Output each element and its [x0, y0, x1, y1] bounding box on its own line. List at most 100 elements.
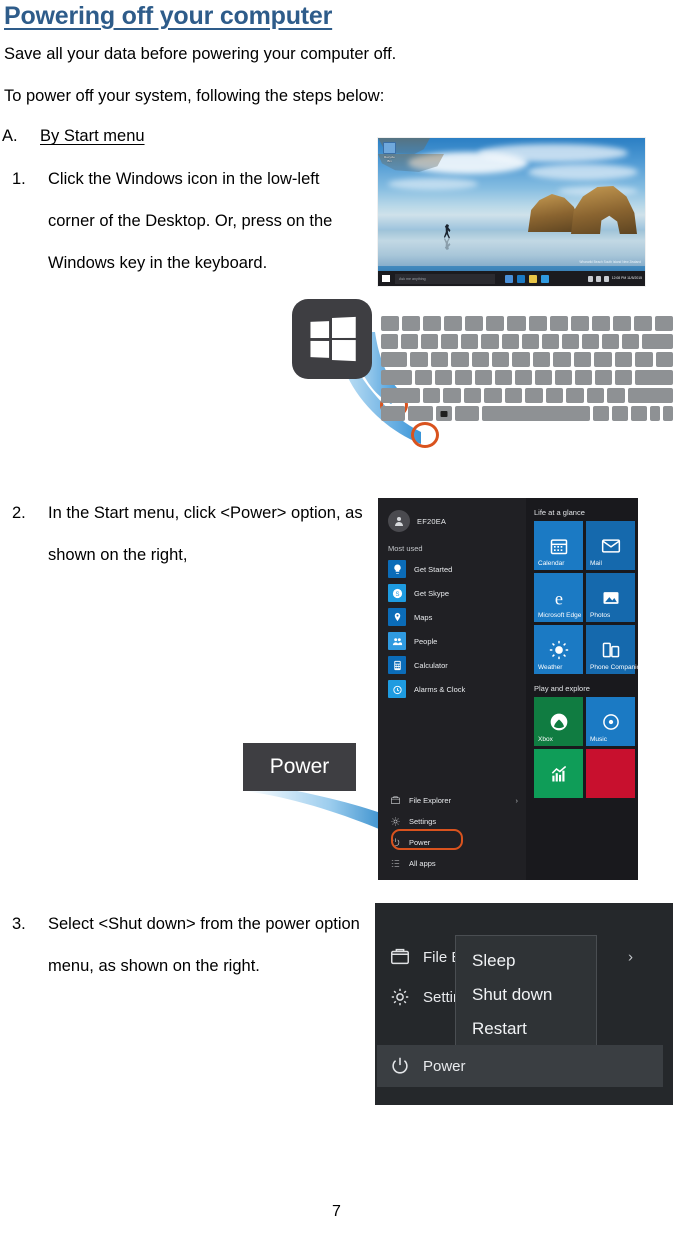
section-label: A.	[2, 127, 18, 145]
power-menu-item-power[interactable]: Power	[377, 1045, 663, 1087]
store-icon[interactable]	[541, 274, 549, 283]
cloud-shape	[528, 164, 638, 180]
windows-key[interactable]	[435, 406, 453, 421]
item-label: All apps	[409, 859, 436, 868]
tile-group-header: Life at a glance	[534, 508, 585, 517]
tile-xbox[interactable]: Xbox	[534, 697, 583, 746]
step-number: 3.	[12, 915, 26, 933]
section-title: By Start menu	[40, 127, 145, 145]
skype-icon: S	[388, 584, 406, 602]
keyboard-row	[381, 352, 673, 367]
volume-icon[interactable]	[603, 275, 609, 282]
tile-music[interactable]: Music	[586, 697, 635, 746]
tile-group-life-at-a-glance: Calendar Mail e Microsoft Edge Photos We…	[526, 521, 638, 674]
item-label: Power	[423, 1057, 466, 1075]
wallpaper-attribution: Wharariki Beach South Island New Zealand	[579, 259, 641, 264]
step-number: 2.	[12, 504, 26, 522]
tile-calendar[interactable]: Calendar	[534, 521, 583, 570]
tile-weather[interactable]: Weather	[534, 625, 583, 674]
intro-paragraph-1: Save all your data before powering your …	[4, 45, 397, 63]
item-label: File Explorer	[409, 796, 452, 805]
svg-text:e: e	[554, 588, 562, 607]
file-explorer-icon[interactable]	[529, 274, 537, 283]
start-menu-item-get-skype[interactable]: S Get Skype	[378, 581, 526, 605]
start-menu-item-maps[interactable]: Maps	[378, 605, 526, 629]
step-item: 3. Select <Shut down> from the power opt…	[12, 903, 372, 987]
highlight-circle-power-item	[391, 829, 463, 850]
start-menu-item-people[interactable]: People	[378, 629, 526, 653]
tile-mail[interactable]: Mail	[586, 521, 635, 570]
task-view-icon[interactable]	[505, 274, 513, 283]
tile-label: Xbox	[538, 736, 553, 743]
figure-start-menu: Power EF20EA Most used Get Started S Get…	[240, 498, 673, 880]
taskbar-search-box[interactable]: Ask me anything	[395, 273, 495, 284]
windows-logo-icon	[310, 316, 356, 362]
most-used-header: Most used	[388, 544, 423, 553]
start-button[interactable]	[378, 271, 394, 286]
item-label: Alarms & Clock	[414, 684, 466, 694]
power-callout-label: Power	[269, 755, 330, 778]
tile-group-header: Play and explore	[534, 684, 590, 693]
figure-desktop-and-keyboard: Recycle Bin Wharariki Beach South Island…	[285, 136, 673, 454]
power-option-sleep[interactable]: Sleep	[472, 946, 596, 976]
tile-label: Photos	[590, 612, 611, 619]
power-option-shut-down[interactable]: Shut down	[472, 980, 596, 1010]
chevron-right-icon: ›	[628, 948, 633, 966]
start-menu-left-column: EF20EA Most used Get Started S Get Skype	[378, 498, 526, 880]
cloud-shape	[478, 144, 628, 162]
tile-chart[interactable]	[534, 749, 583, 798]
tile-label: Phone Companion	[590, 664, 638, 671]
start-menu-item-calculator[interactable]: Calculator	[378, 653, 526, 677]
calculator-icon	[388, 656, 406, 674]
tile-label: Weather	[538, 664, 563, 671]
windows-logo-tile	[292, 299, 372, 379]
tile-label: Music	[590, 736, 607, 743]
power-option-restart[interactable]: Restart	[472, 1014, 596, 1044]
figure-power-options-menu: File Ex › Settin Sleep Shut down Restart…	[375, 903, 673, 1105]
desktop-screenshot: Recycle Bin Wharariki Beach South Island…	[378, 138, 645, 286]
start-menu-item-alarms-clock[interactable]: Alarms & Clock	[378, 677, 526, 701]
tile-photos[interactable]: Photos	[586, 573, 635, 622]
cloud-shape	[388, 178, 478, 190]
recycle-bin-label: Recycle Bin	[384, 155, 395, 163]
item-label: Settings	[409, 817, 437, 826]
recycle-bin-icon[interactable]: Recycle Bin	[383, 142, 396, 163]
item-label: Get Skype	[414, 588, 450, 598]
item-label: Maps	[414, 612, 433, 622]
taskbar-pinned-icons[interactable]	[505, 274, 549, 283]
tile-label: Calendar	[538, 560, 565, 567]
tray-icon[interactable]	[587, 275, 593, 282]
network-icon[interactable]	[595, 275, 601, 282]
start-menu-item-get-started[interactable]: Get Started	[378, 557, 526, 581]
power-callout-box: Power	[243, 743, 356, 791]
step-text: Select <Shut down> from the power option…	[48, 915, 360, 975]
tile-label: Microsoft Edge	[538, 612, 582, 619]
document-page: Powering off your computer Save all your…	[0, 0, 673, 1249]
keyboard-row	[381, 334, 673, 349]
item-label: Calculator	[414, 660, 448, 670]
avatar	[388, 510, 410, 532]
svg-text:S: S	[395, 591, 399, 597]
keyboard-row	[381, 370, 673, 385]
start-menu-item-file-explorer[interactable]: File Explorer ›	[378, 790, 526, 811]
lightbulb-icon	[388, 560, 406, 578]
system-tray[interactable]: 12:08 PM 11/5/2015	[587, 275, 645, 282]
power-options-popup: Sleep Shut down Restart	[455, 935, 597, 1054]
intro-paragraph-2: To power off your system, following the …	[4, 87, 385, 105]
step-number: 1.	[12, 170, 26, 188]
tile-microsoft-edge[interactable]: e Microsoft Edge	[534, 573, 583, 622]
start-menu-user[interactable]: EF20EA	[378, 498, 526, 532]
start-menu-screenshot: EF20EA Most used Get Started S Get Skype	[378, 498, 638, 880]
keyboard-row	[381, 316, 673, 331]
people-icon	[388, 632, 406, 650]
tile-phone-companion[interactable]: Phone Companion	[586, 625, 638, 674]
page-title: Powering off your computer	[4, 2, 333, 30]
edge-icon[interactable]	[517, 274, 525, 283]
user-name: EF20EA	[417, 516, 447, 526]
start-menu-item-all-apps[interactable]: All apps	[378, 853, 526, 874]
taskbar-clock[interactable]: 12:08 PM 11/5/2015	[612, 276, 642, 281]
page-number: 7	[332, 1203, 341, 1220]
start-menu-tiles-column: Life at a glance Calendar Mail e Microso…	[526, 498, 638, 880]
map-pin-icon	[388, 608, 406, 626]
tile-red[interactable]	[586, 749, 635, 798]
